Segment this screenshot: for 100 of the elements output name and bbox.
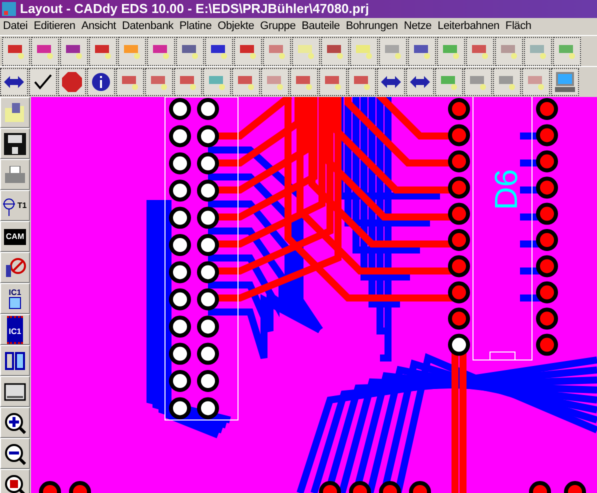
menu-item[interactable]: Platine — [176, 21, 215, 32]
toolbar-button[interactable] — [174, 68, 202, 96]
side-toolbar-button[interactable]: IC1 — [0, 283, 30, 314]
tool-icon — [383, 42, 403, 60]
side-toolbar-button[interactable] — [0, 438, 30, 469]
component-designator: D6 — [488, 169, 524, 210]
printer-icon — [4, 166, 26, 184]
tool-icon — [441, 42, 461, 60]
toolbar-button[interactable] — [493, 68, 521, 96]
toolbar-button[interactable] — [205, 36, 233, 66]
toolbar-button[interactable] — [176, 36, 204, 66]
tool-icon — [265, 73, 285, 91]
toolbar-button[interactable] — [377, 68, 405, 96]
side-toolbar-button[interactable]: IC1 — [0, 314, 30, 345]
menu-item[interactable]: Bauteile — [298, 21, 343, 32]
toolbar-button[interactable] — [379, 36, 407, 66]
toolbar-button[interactable] — [29, 68, 57, 96]
zoom-in-icon — [4, 412, 26, 434]
tool-icon — [468, 73, 488, 91]
tool-icon — [325, 42, 345, 60]
side-toolbar-button[interactable] — [0, 407, 30, 438]
menu-item[interactable]: Objekte — [214, 21, 258, 32]
toolbar-button[interactable] — [406, 68, 434, 96]
toolbar-button[interactable] — [234, 36, 262, 66]
toolbar-button[interactable] — [319, 68, 347, 96]
toolbar-button[interactable] — [522, 68, 550, 96]
toolbar-button[interactable] — [2, 36, 30, 66]
toolbar-button[interactable] — [58, 68, 86, 96]
toolbar-button[interactable] — [495, 36, 523, 66]
menu-item[interactable]: Netze — [400, 21, 435, 32]
toolbar-button[interactable] — [31, 36, 59, 66]
tool-icon — [64, 42, 84, 60]
tool-icon — [178, 73, 198, 91]
tool-icon — [267, 42, 287, 60]
toolbar-button[interactable] — [203, 68, 231, 96]
tool-icon — [93, 42, 113, 60]
menu-item[interactable]: Leiterbahnen — [434, 21, 502, 32]
toolbar-button[interactable] — [321, 36, 349, 66]
tool-icon — [207, 73, 227, 91]
side-toolbar-button[interactable] — [0, 469, 30, 493]
info-icon — [91, 72, 111, 92]
side-toolbar-button[interactable]: T1 — [0, 190, 30, 221]
side-toolbar-button[interactable] — [0, 376, 30, 407]
menu-item[interactable]: Datenbank — [119, 21, 176, 32]
tool-icon — [412, 42, 432, 60]
tool-icon — [499, 42, 519, 60]
toolbar-button[interactable] — [350, 36, 378, 66]
toolbar-button[interactable] — [524, 36, 552, 66]
toolbar-button[interactable] — [553, 36, 581, 66]
tool-icon — [526, 73, 546, 91]
check-icon — [34, 74, 52, 90]
toolbar-button[interactable] — [116, 68, 144, 96]
toolbar-button[interactable] — [263, 36, 291, 66]
tool-icon — [352, 73, 372, 91]
tool-icon — [439, 73, 459, 91]
toolbar-button[interactable] — [464, 68, 492, 96]
toolbar-button[interactable] — [435, 68, 463, 96]
toolbar-button[interactable] — [89, 36, 117, 66]
menu-item[interactable]: Bohrungen — [342, 21, 401, 32]
tool-icon — [557, 42, 577, 60]
toolbar-button[interactable] — [145, 68, 173, 96]
stop-sign-icon — [62, 72, 82, 92]
toolbar-button[interactable] — [408, 36, 436, 66]
tool-icon — [497, 73, 517, 91]
toolbar-button[interactable] — [466, 36, 494, 66]
folder-icon — [4, 102, 26, 122]
module-icon — [4, 350, 26, 370]
menu-item[interactable]: Datei — [0, 21, 31, 32]
menu-item[interactable]: Fläch — [502, 21, 534, 32]
side-toolbar-button[interactable] — [0, 345, 30, 376]
side-toolbar-button[interactable]: CAM — [0, 221, 30, 252]
tool-icon — [122, 42, 142, 60]
toolbar-button[interactable] — [348, 68, 376, 96]
toolbar-button[interactable] — [232, 68, 260, 96]
menu-item[interactable]: Editieren — [30, 21, 78, 32]
side-toolbar-button[interactable] — [0, 128, 30, 159]
toolbar-button[interactable] — [437, 36, 465, 66]
toolbar-button[interactable] — [292, 36, 320, 66]
icon-label: CAM — [6, 232, 24, 240]
menu-item[interactable]: Gruppe — [257, 21, 299, 32]
tool-icon — [180, 42, 200, 60]
toolbar-button[interactable] — [87, 68, 115, 96]
tool-icon — [528, 42, 548, 60]
side-toolbar-button[interactable] — [0, 252, 30, 283]
toolbar-button[interactable] — [147, 36, 175, 66]
menu-item[interactable]: Ansicht — [78, 21, 119, 32]
tool-icon — [149, 73, 169, 91]
tool-icon — [209, 42, 229, 60]
tool-icon — [236, 73, 256, 91]
toolbar-button[interactable] — [261, 68, 289, 96]
tool-icon — [354, 42, 374, 60]
icon-label: T1 — [17, 202, 27, 210]
toolbar-button[interactable] — [118, 36, 146, 66]
tool-icon — [470, 42, 490, 60]
toolbar-button[interactable] — [290, 68, 318, 96]
tool-icon — [294, 73, 314, 91]
toolbar-button[interactable] — [0, 68, 28, 96]
double-arrow-icon — [381, 76, 401, 88]
toolbar-button[interactable] — [551, 68, 579, 96]
toolbar-button[interactable] — [60, 36, 88, 66]
